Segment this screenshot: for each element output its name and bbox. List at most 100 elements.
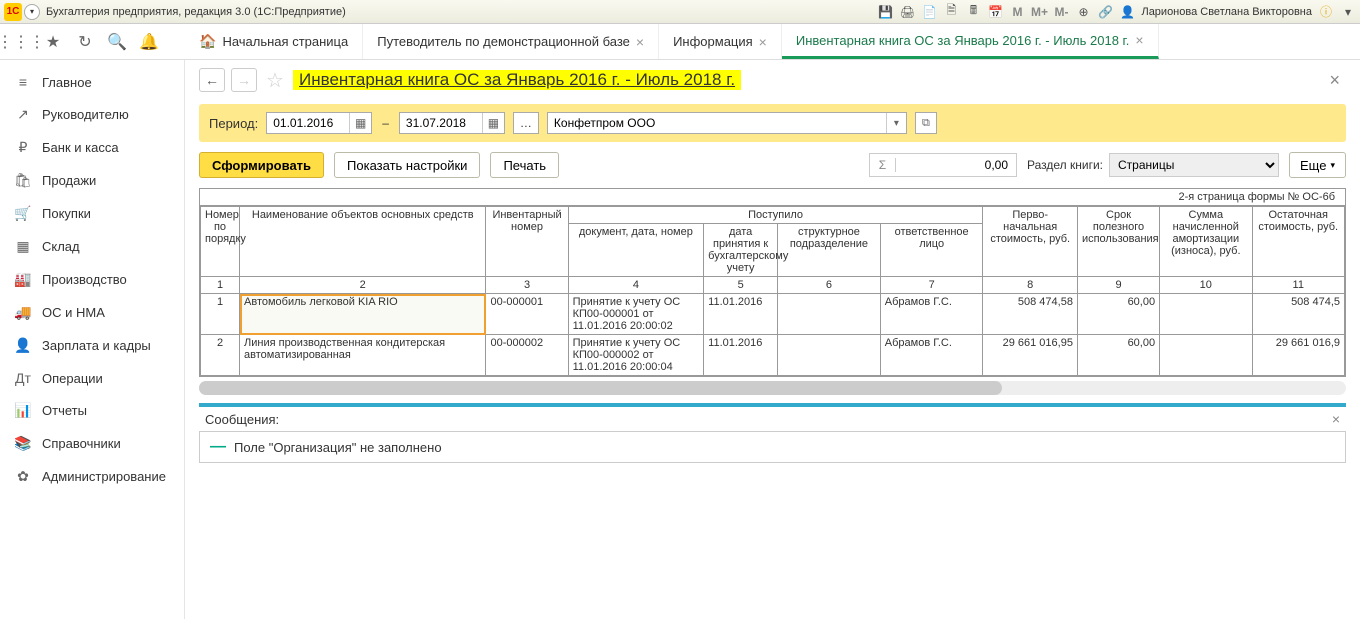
menu-dropdown-icon[interactable]: ▾ bbox=[1340, 4, 1356, 20]
date-to-field[interactable]: ▦ bbox=[399, 112, 505, 134]
home-icon: 🏠 bbox=[199, 33, 216, 50]
favorite-button[interactable]: ☆ bbox=[263, 68, 287, 92]
date-to-input[interactable] bbox=[400, 113, 482, 133]
table-cell[interactable]: Абрамов Г.С. bbox=[880, 294, 983, 335]
sidebar-item-10[interactable]: 📊Отчеты bbox=[0, 394, 184, 427]
table-cell[interactable] bbox=[1160, 294, 1252, 335]
table-cell[interactable]: Принятие к учету ОС КП00-000002 от 11.01… bbox=[568, 335, 704, 376]
table-cell[interactable]: Принятие к учету ОС КП00-000001 от 11.01… bbox=[568, 294, 704, 335]
sidebar-item-11[interactable]: 📚Справочники bbox=[0, 427, 184, 460]
tab-inventory[interactable]: Инвентарная книга ОС за Январь 2016 г. -… bbox=[782, 24, 1159, 59]
table-cell[interactable]: 1 bbox=[201, 294, 240, 335]
sidebar-item-7[interactable]: 🚚ОС и НМА bbox=[0, 296, 184, 329]
sidebar-item-6[interactable]: 🏭Производство bbox=[0, 263, 184, 296]
sidebar-icon: 👤 bbox=[14, 337, 32, 354]
tab-home[interactable]: 🏠 Начальная страница bbox=[185, 24, 363, 59]
tab-home-label: Начальная страница bbox=[222, 34, 348, 49]
org-open-button[interactable]: ⧉ bbox=[915, 112, 937, 134]
table-cell[interactable]: 00-000001 bbox=[486, 294, 568, 335]
table-cell[interactable] bbox=[1160, 335, 1252, 376]
table-cell[interactable]: 508 474,58 bbox=[983, 294, 1077, 335]
table-cell[interactable]: Автомобиль легковой KIA RIO bbox=[240, 294, 486, 335]
chevron-down-icon[interactable]: ▾ bbox=[886, 113, 906, 133]
table-container: 2-я страница формы № ОС-6б Номер по поря… bbox=[199, 188, 1346, 377]
th-date: дата принятия к бухгалтерскому учету bbox=[704, 224, 778, 277]
date-from-input[interactable] bbox=[267, 113, 349, 133]
sum-input[interactable] bbox=[896, 158, 1016, 172]
m-button[interactable]: M bbox=[1009, 4, 1025, 20]
col-number: 2 bbox=[240, 277, 486, 294]
close-page-button[interactable]: × bbox=[1323, 70, 1346, 91]
doc-icon[interactable]: 📄 bbox=[921, 4, 937, 20]
tab-info[interactable]: Информация × bbox=[659, 24, 782, 59]
zoom-in-icon[interactable]: ⊕ bbox=[1075, 4, 1091, 20]
history-icon[interactable]: ↻ bbox=[76, 33, 94, 51]
sidebar-icon: ▦ bbox=[14, 238, 32, 255]
table-cell[interactable]: 11.01.2016 bbox=[704, 294, 778, 335]
close-icon[interactable]: × bbox=[759, 34, 767, 50]
table-cell[interactable]: 60,00 bbox=[1077, 294, 1159, 335]
section-select[interactable]: Страницы bbox=[1109, 153, 1279, 177]
table-cell[interactable]: 508 474,5 bbox=[1252, 294, 1344, 335]
table-cell[interactable]: Абрамов Г.С. bbox=[880, 335, 983, 376]
nav-forward-button[interactable]: → bbox=[231, 68, 257, 92]
period-picker-button[interactable]: … bbox=[513, 112, 539, 134]
link-icon[interactable]: 🔗 bbox=[1097, 4, 1113, 20]
sidebar-item-8[interactable]: 👤Зарплата и кадры bbox=[0, 329, 184, 362]
table-cell[interactable]: Линия производственная кондитерская авто… bbox=[240, 335, 486, 376]
compare-icon[interactable]: 🗎 bbox=[943, 4, 959, 20]
table-cell[interactable]: 2 bbox=[201, 335, 240, 376]
close-messages-button[interactable]: × bbox=[1332, 411, 1340, 427]
show-settings-button[interactable]: Показать настройки bbox=[334, 152, 480, 178]
sidebar-item-9[interactable]: ДтОперации bbox=[0, 362, 184, 394]
table-row[interactable]: 1Автомобиль легковой KIA RIO00-000001При… bbox=[201, 294, 1345, 335]
table-cell[interactable]: 00-000002 bbox=[486, 335, 568, 376]
sidebar-item-2[interactable]: ₽Банк и касса bbox=[0, 131, 184, 164]
save-icon[interactable]: 💾 bbox=[877, 4, 893, 20]
m-plus-button[interactable]: M+ bbox=[1031, 4, 1047, 20]
calendar-icon[interactable]: ▦ bbox=[482, 113, 504, 133]
star-icon[interactable]: ★ bbox=[44, 33, 62, 51]
table-cell[interactable]: 60,00 bbox=[1077, 335, 1159, 376]
sidebar-item-12[interactable]: ✿Администрирование bbox=[0, 460, 184, 493]
bell-icon[interactable]: 🔔 bbox=[140, 33, 158, 51]
table-cell[interactable] bbox=[778, 335, 881, 376]
inventory-table: Номер по порядку Наименование объектов о… bbox=[200, 206, 1345, 376]
table-row[interactable]: 2Линия производственная кондитерская авт… bbox=[201, 335, 1345, 376]
table-cell[interactable]: 11.01.2016 bbox=[704, 335, 778, 376]
calc-icon[interactable]: 🖩 bbox=[965, 4, 981, 20]
table-cell[interactable]: 29 661 016,95 bbox=[983, 335, 1077, 376]
grid-icon[interactable]: ⋮⋮⋮ bbox=[12, 33, 30, 51]
sidebar-item-3[interactable]: 🛍Продажи bbox=[0, 164, 184, 197]
m-minus-button[interactable]: M- bbox=[1053, 4, 1069, 20]
calendar-icon[interactable]: ▦ bbox=[349, 113, 371, 133]
nav-back-button[interactable]: ← bbox=[199, 68, 225, 92]
horizontal-scrollbar[interactable] bbox=[199, 381, 1346, 395]
action-bar: Сформировать Показать настройки Печать Σ… bbox=[199, 152, 1346, 178]
sidebar-item-0[interactable]: ≡Главное bbox=[0, 66, 184, 98]
info-icon[interactable]: ⓘ bbox=[1318, 4, 1334, 20]
organization-input[interactable] bbox=[548, 113, 886, 133]
date-from-field[interactable]: ▦ bbox=[266, 112, 372, 134]
page-header: ← → ☆ Инвентарная книга ОС за Январь 201… bbox=[185, 60, 1360, 96]
sidebar-item-1[interactable]: ↗Руководителю bbox=[0, 98, 184, 131]
organization-field[interactable]: ▾ bbox=[547, 112, 907, 134]
close-icon[interactable]: × bbox=[1135, 32, 1143, 48]
th-useful: Срок полезного использования bbox=[1077, 207, 1159, 277]
sidebar-icon: ↗ bbox=[14, 106, 32, 123]
table-cell[interactable]: 29 661 016,9 bbox=[1252, 335, 1344, 376]
search-icon[interactable]: 🔍 bbox=[108, 33, 126, 51]
sidebar-item-5[interactable]: ▦Склад bbox=[0, 230, 184, 263]
table-cell[interactable] bbox=[778, 294, 881, 335]
print-button[interactable]: Печать bbox=[490, 152, 559, 178]
page-title: Инвентарная книга ОС за Январь 2016 г. -… bbox=[293, 70, 741, 90]
form-button[interactable]: Сформировать bbox=[199, 152, 324, 178]
app-menu-dropdown[interactable]: ▾ bbox=[24, 4, 40, 20]
calendar-icon[interactable]: 📅 bbox=[987, 4, 1003, 20]
more-button[interactable]: Еще ▾ bbox=[1289, 152, 1346, 178]
print-icon[interactable]: 🖨 bbox=[899, 4, 915, 20]
close-icon[interactable]: × bbox=[636, 34, 644, 50]
sidebar-label: Производство bbox=[42, 272, 127, 287]
tab-guide[interactable]: Путеводитель по демонстрационной базе × bbox=[363, 24, 659, 59]
sidebar-item-4[interactable]: 🛒Покупки bbox=[0, 197, 184, 230]
